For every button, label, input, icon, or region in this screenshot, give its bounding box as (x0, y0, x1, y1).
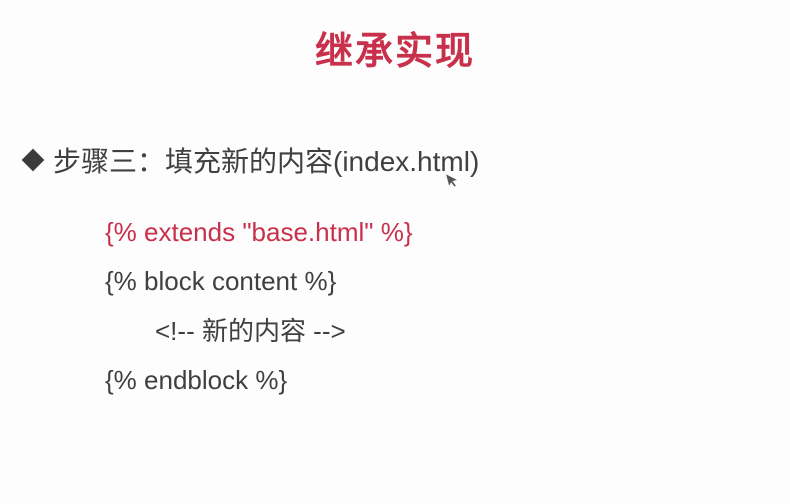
code-line-endblock: {% endblock %} (105, 356, 790, 405)
content-area: 步骤三：填充新的内容(index.html) {% extends "base.… (0, 75, 790, 406)
step-title-text: 步骤三：填充新的内容(index.html) (53, 140, 479, 180)
code-line-comment: <!-- 新的内容 --> (105, 307, 790, 356)
diamond-bullet-icon (22, 149, 45, 172)
slide-title: 继承实现 (0, 0, 790, 75)
code-line-block-start: {% block content %} (105, 257, 790, 306)
step-bullet-line: 步骤三：填充新的内容(index.html) (25, 140, 790, 180)
code-line-extends: {% extends "base.html" %} (105, 208, 790, 257)
code-block: {% extends "base.html" %} {% block conte… (25, 180, 790, 406)
